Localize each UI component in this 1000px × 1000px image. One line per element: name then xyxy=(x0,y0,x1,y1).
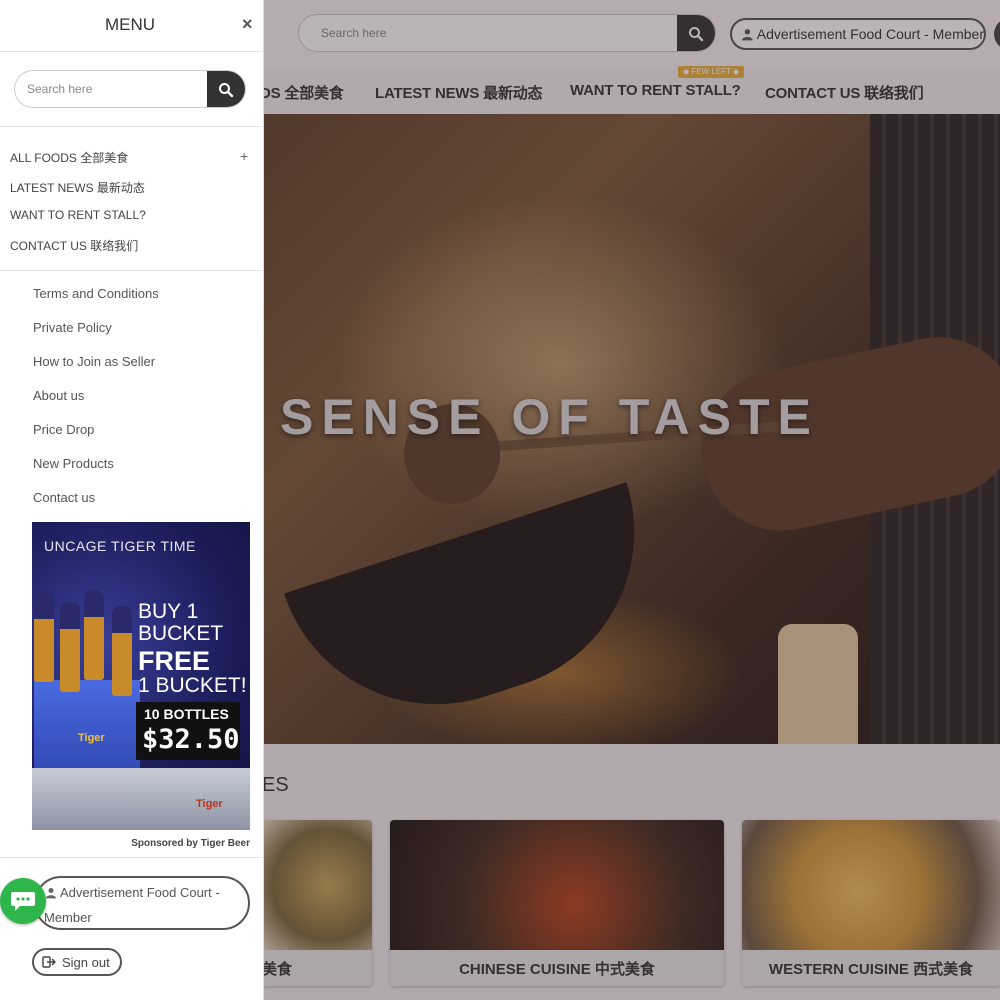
side-item-latest-news[interactable]: LATEST NEWS 最新动态 xyxy=(10,179,145,196)
signout-icon xyxy=(42,956,56,968)
ad-offer-bucket: BUCKET xyxy=(138,622,224,645)
ad-bottle-image xyxy=(34,592,54,682)
sponsored-ad[interactable]: UNCAGE TIGER TIME Tiger BUY 1 BUCKET FRE… xyxy=(32,522,250,830)
signout-label: Sign out xyxy=(62,954,110,970)
link-privacy[interactable]: Private Policy xyxy=(33,320,112,335)
side-member-button[interactable]: Advertisement Food Court - Member xyxy=(34,876,250,930)
ad-offer-buy: BUY 1 xyxy=(138,600,199,623)
link-price-drop[interactable]: Price Drop xyxy=(33,422,94,437)
side-search-input[interactable]: Search here xyxy=(27,82,92,96)
link-new-products[interactable]: New Products xyxy=(33,456,114,471)
side-menu-header: MENU × xyxy=(0,0,264,52)
search-icon xyxy=(219,83,234,98)
member-label-line1: Advertisement Food Court - xyxy=(60,885,220,900)
side-search-box[interactable]: Search here xyxy=(14,70,246,108)
chat-icon xyxy=(11,892,35,911)
ad-offer-free: FREE xyxy=(138,646,211,676)
expand-icon[interactable]: + xyxy=(240,148,248,164)
side-item-rent-stall[interactable]: WANT TO RENT STALL? xyxy=(10,208,146,222)
divider xyxy=(0,857,264,858)
member-label-line2: Member xyxy=(44,910,92,925)
ad-price-box: 10 BOTTLES $32.50 xyxy=(136,702,240,760)
ad-bottles: 10 BOTTLES xyxy=(144,706,229,722)
link-terms[interactable]: Terms and Conditions xyxy=(33,286,159,301)
divider xyxy=(0,126,264,127)
ad-brand-logo: Tiger xyxy=(196,798,223,810)
side-search-button[interactable] xyxy=(207,71,245,107)
ad-brand-logo: Tiger xyxy=(78,732,105,744)
divider xyxy=(0,270,264,271)
ad-offer-bucket2: 1 BUCKET! xyxy=(138,674,247,697)
ad-bottle-image xyxy=(60,602,80,692)
side-menu: MENU × Search here ALL FOODS 全部美食 + LATE… xyxy=(0,0,264,1000)
link-contact[interactable]: Contact us xyxy=(33,490,95,505)
signout-button[interactable]: Sign out xyxy=(32,948,122,976)
side-item-contact-us[interactable]: CONTACT US 联络我们 xyxy=(10,237,138,254)
close-icon[interactable]: × xyxy=(242,14,253,35)
ad-price: $32.50 xyxy=(142,724,240,755)
ad-bottle-image xyxy=(112,606,132,696)
ad-bottle-image xyxy=(84,590,104,680)
ad-headline: UNCAGE TIGER TIME xyxy=(44,538,196,554)
side-menu-title: MENU xyxy=(104,15,156,34)
side-item-all-foods[interactable]: ALL FOODS 全部美食 xyxy=(10,149,128,166)
sponsor-label: Sponsored by Tiger Beer xyxy=(131,838,250,849)
link-about[interactable]: About us xyxy=(33,388,84,403)
chat-button[interactable] xyxy=(0,878,46,924)
link-join-seller[interactable]: How to Join as Seller xyxy=(33,354,155,369)
user-icon xyxy=(46,888,56,899)
